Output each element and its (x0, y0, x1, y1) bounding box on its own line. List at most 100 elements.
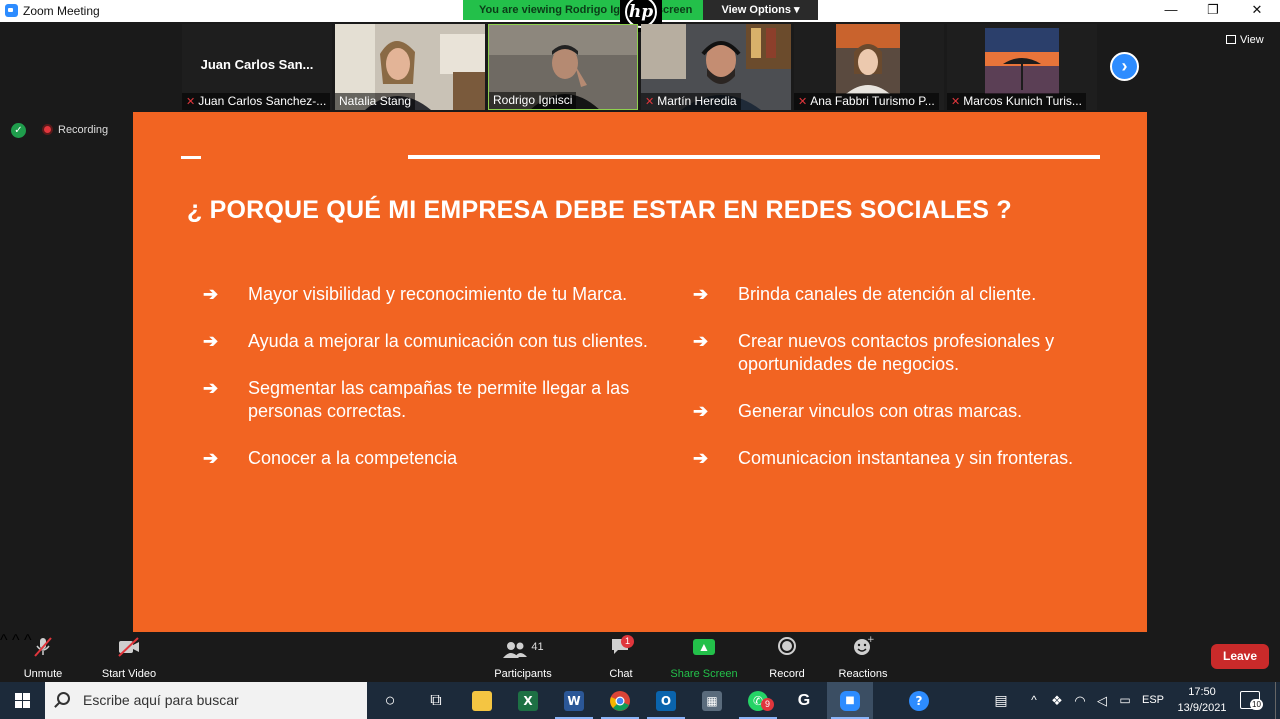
grid-view-icon (1226, 35, 1236, 44)
arrow-icon: ➔ (693, 448, 709, 468)
participant-tile[interactable]: Juan Carlos San... ✕ Juan Carlos Sanchez-… (182, 24, 332, 110)
excel-icon[interactable]: X (505, 682, 551, 719)
bullet-item: ➔ Segmentar las campañas te permite llega… (203, 378, 630, 421)
bullet-item: ➔ Generar vinculos con otras marcas. (693, 401, 1023, 421)
chat-badge: 1 (621, 635, 634, 648)
bullet-item: ➔ Brinda canales de atención al cliente. (693, 284, 1037, 304)
calculator-icon[interactable]: ▦ (689, 682, 735, 719)
viewing-screen-banner: You are viewing Rodrigo Ignisci's screen (463, 0, 703, 20)
bullet-item: ➔ Comunicacion instantanea y sin frontera… (693, 448, 1074, 468)
cortana-icon[interactable]: ○ (367, 682, 413, 719)
arrow-icon: ➔ (203, 331, 219, 351)
clock-time: 17:50 (1188, 686, 1216, 698)
word-icon[interactable]: W (551, 682, 597, 719)
taskbar-clock[interactable]: 17:50 13/9/2021 (1172, 684, 1232, 716)
start-video-button[interactable]: Start Video (98, 636, 160, 680)
clock-date: 13/9/2021 (1177, 702, 1227, 714)
leave-button[interactable]: Leave (1211, 644, 1269, 669)
whatsapp-badge: 9 (761, 698, 774, 711)
participants-count: 41 (531, 641, 544, 653)
chrome-icon[interactable] (597, 682, 643, 719)
taskbar-search-input[interactable]: Escribe aquí para buscar (45, 682, 367, 719)
news-widget-icon[interactable]: ▤ (988, 682, 1014, 719)
view-options-button[interactable]: View Options ▾ (703, 0, 818, 20)
start-button[interactable] (0, 682, 45, 719)
notification-count: 10 (1250, 699, 1263, 710)
muted-mic-icon: ✕ (951, 96, 961, 108)
zoom-app-icon (5, 4, 18, 17)
bullet-item: ➔ Ayuda a mejorar la comunicación con tus… (203, 331, 648, 351)
whatsapp-icon[interactable]: ✆ 9 (735, 682, 781, 719)
participants-button[interactable]: 41 Participants (490, 636, 556, 680)
shared-screen-slide: ¿ PORQUE QUÉ MI EMPRESA DEBE ESTAR EN RE… (133, 112, 1147, 632)
task-view-icon[interactable]: ⧉ (413, 682, 459, 719)
recording-dot-icon (42, 124, 53, 135)
participant-name: ✕ Juan Carlos Sanchez-... (182, 93, 331, 110)
participant-tile[interactable]: ✕ Marcos Kunich Turis... (947, 24, 1097, 110)
show-hidden-icons-chevron-icon[interactable]: ^ (1026, 682, 1042, 719)
recording-indicator[interactable]: Recording (42, 124, 108, 136)
participant-tile[interactable]: ✕ Martín Heredia (641, 24, 791, 110)
participant-big-name: Juan Carlos San... (200, 57, 314, 72)
slide-heading: ¿ PORQUE QUÉ MI EMPRESA DEBE ESTAR EN RE… (187, 196, 1012, 224)
record-button[interactable]: Record (764, 636, 810, 680)
participants-icon: 41 (490, 636, 556, 658)
participant-name: ✕ Ana Fabbri Turismo P... (794, 93, 939, 110)
muted-mic-icon: ✕ (798, 96, 808, 108)
bullet-item: ➔ Conocer a la competencia (203, 448, 458, 468)
participant-name: ✕ Marcos Kunich Turis... (947, 93, 1086, 110)
arrow-icon: ➔ (203, 378, 219, 398)
participant-name: ✕ Martín Heredia (641, 93, 741, 110)
arrow-icon: ➔ (203, 448, 219, 468)
security-shield-icon[interactable]: ✓ (11, 123, 26, 138)
audio-options-caret[interactable]: ^ (0, 632, 8, 649)
participant-name: Natalia Stang (335, 93, 416, 110)
arrow-icon: ➔ (203, 284, 219, 304)
svg-text:+: + (867, 636, 874, 645)
dropbox-icon[interactable]: ❖ (1048, 682, 1066, 719)
wifi-icon[interactable]: ◠ (1070, 682, 1090, 719)
app-icon[interactable]: G (781, 682, 827, 719)
share-screen-button[interactable]: ▲ Share Screen (668, 636, 740, 680)
close-button[interactable]: ✕ (1236, 0, 1278, 22)
show-desktop-button[interactable] (1275, 682, 1280, 719)
muted-mic-icon: ✕ (645, 96, 655, 108)
view-button[interactable]: View (1226, 34, 1264, 46)
video-off-icon (98, 636, 160, 658)
record-icon (764, 636, 810, 658)
window-title: Zoom Meeting (23, 4, 100, 18)
participant-tile[interactable]: ✕ Ana Fabbri Turismo P... (794, 24, 944, 110)
bullet-item: ➔ Mayor visibilidad y reconocimiento de t… (203, 284, 628, 304)
meeting-controls-bar: Unmute ^ Start Video ^ 41 Participants ^… (0, 632, 1280, 682)
language-indicator[interactable]: ESP (1140, 682, 1166, 719)
next-page-button[interactable]: › (1110, 52, 1139, 81)
restore-button[interactable]: ❐ (1192, 0, 1234, 22)
notification-center-icon[interactable]: 10 (1240, 691, 1263, 710)
reactions-button[interactable]: + Reactions (834, 635, 892, 680)
arrow-icon: ➔ (693, 331, 709, 351)
file-explorer-icon[interactable]: ▬ (459, 682, 505, 719)
participant-tile[interactable]: Natalia Stang (335, 24, 485, 110)
outlook-icon[interactable]: O (643, 682, 689, 719)
chat-button[interactable]: 1 Chat (601, 635, 641, 680)
chat-icon: 1 (601, 635, 641, 658)
unmute-button[interactable]: Unmute (18, 636, 68, 680)
participant-tile-active[interactable]: Rodrigo Ignisci (488, 24, 638, 110)
minimize-button[interactable]: — (1150, 0, 1192, 22)
decorative-line (408, 155, 1100, 159)
muted-microphone-icon (18, 636, 68, 658)
arrow-icon: ➔ (693, 401, 709, 421)
windows-logo-icon (15, 693, 30, 708)
bullet-item: ➔ Crear nuevos contactos profesionales y … (693, 331, 1055, 374)
right-bullet-list: ➔ Brinda canales de atención al cliente. … (693, 280, 1113, 470)
battery-icon[interactable]: ▭ (1115, 682, 1135, 719)
windows-taskbar: Escribe aquí para buscar ○ ⧉ ▬ X W O ▦ ✆… (0, 682, 1280, 719)
decorative-line (181, 156, 201, 159)
arrow-icon: ➔ (693, 284, 709, 304)
reactions-smiley-icon: + (834, 635, 892, 658)
volume-icon[interactable]: ◁ (1093, 682, 1111, 719)
participant-name: Rodrigo Ignisci (489, 92, 577, 109)
zoom-meeting-window: Zoom Meeting — ❐ ✕ You are viewing Rodri… (0, 0, 1280, 719)
help-icon[interactable]: ? (896, 682, 942, 719)
zoom-taskbar-icon[interactable]: ■ (827, 682, 873, 719)
